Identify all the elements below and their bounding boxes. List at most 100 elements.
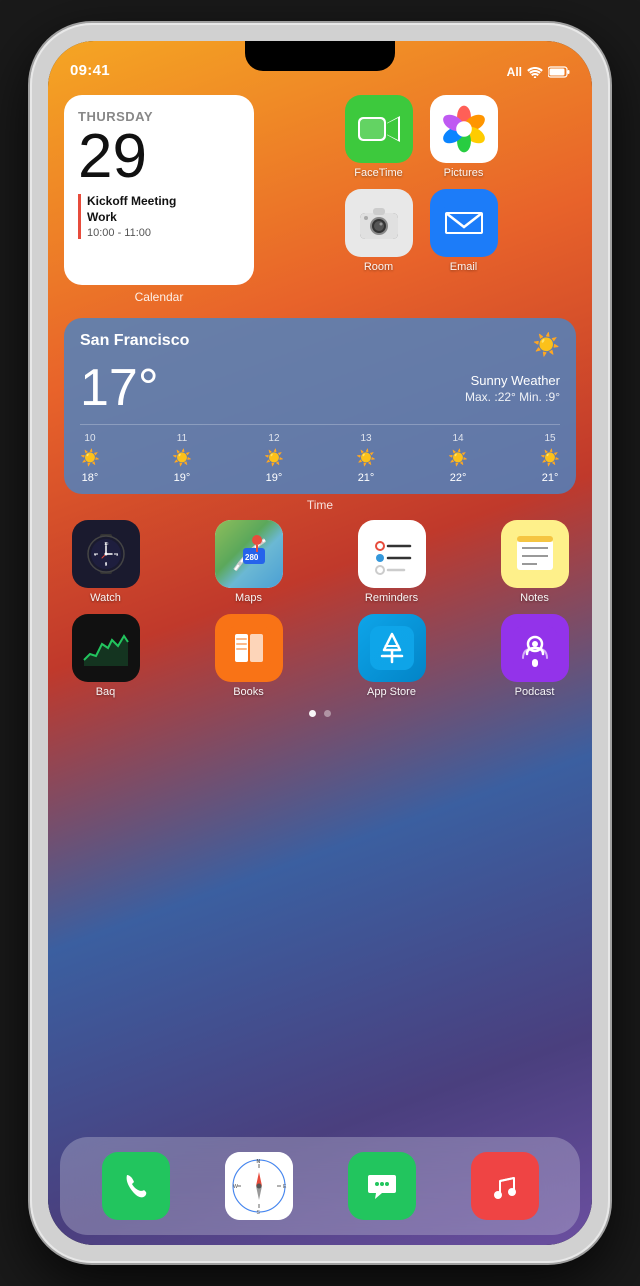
calendar-widget-wrap: THURSDAY 29 Kickoff MeetingWork 10:00 - … [64, 95, 254, 304]
mail-label: Email [450, 261, 478, 273]
notes-wrap[interactable]: Notes [497, 520, 572, 604]
facetime-wrap[interactable]: FaceTime [341, 95, 416, 179]
wifi-icon [527, 66, 543, 78]
maps-label: Maps [235, 592, 262, 604]
watch-icon[interactable]: 12 3 6 9 [72, 520, 140, 588]
weather-city: San Francisco [80, 332, 189, 350]
phone-frame: 09:41 All [30, 23, 610, 1263]
books-wrap[interactable]: Books [211, 614, 286, 698]
facetime-label: FaceTime [354, 167, 403, 179]
time-label: Time [64, 498, 576, 512]
maps-wrap[interactable]: 280 Maps [211, 520, 286, 604]
forecast-temp-3: 21° [358, 472, 375, 484]
status-time: 09:41 [70, 62, 110, 79]
forecast-icon-2: ☀️ [264, 448, 284, 468]
books-label: Books [233, 686, 264, 698]
stocks-icon[interactable] [72, 614, 140, 682]
svg-text:280: 280 [245, 553, 259, 562]
svg-text:W: W [233, 1184, 238, 1190]
reminders-wrap[interactable]: Reminders [354, 520, 429, 604]
weather-forecast: 10 ☀️ 18° 11 ☀️ 19° 12 ☀️ 19° [80, 424, 560, 484]
weather-temp: 17° [80, 362, 159, 414]
weather-min: 9° [549, 390, 560, 404]
weather-widget[interactable]: San Francisco ☀️ 17° Sunny Weather Max. … [64, 318, 576, 494]
calendar-event: Kickoff MeetingWork 10:00 - 11:00 [78, 194, 240, 239]
svg-text:N: N [256, 1159, 260, 1165]
page-dots [64, 710, 576, 717]
appstore-icon[interactable] [358, 614, 426, 682]
forecast-item-3: 13 ☀️ 21° [356, 433, 376, 484]
row1: THURSDAY 29 Kickoff MeetingWork 10:00 - … [64, 95, 576, 304]
dock-safari-icon[interactable]: N S W E [225, 1152, 293, 1220]
weather-minmax: Max. :22° Min. :9° [465, 390, 560, 404]
forecast-temp-2: 19° [266, 472, 283, 484]
stocks-label: Baq [96, 686, 116, 698]
forecast-hour-3: 13 [360, 433, 371, 444]
weather-desc: Sunny Weather Max. :22° Min. :9° [465, 373, 560, 404]
forecast-hour-1: 11 [177, 433, 187, 444]
podcasts-wrap[interactable]: Podcast [497, 614, 572, 698]
forecast-icon-3: ☀️ [356, 448, 376, 468]
app-row-2: 12 3 6 9 Watch [64, 520, 576, 604]
page-dot-2[interactable] [324, 710, 331, 717]
home-content: THURSDAY 29 Kickoff MeetingWork 10:00 - … [48, 85, 592, 1245]
reminders-icon[interactable] [358, 520, 426, 588]
weather-condition: Sunny Weather [465, 373, 560, 388]
forecast-item-1: 11 ☀️ 19° [172, 433, 192, 484]
dock-music-icon[interactable] [471, 1152, 539, 1220]
forecast-temp-4: 22° [450, 472, 467, 484]
watch-wrap[interactable]: 12 3 6 9 Watch [68, 520, 143, 604]
weather-max: 22° [498, 390, 516, 404]
forecast-item-5: 15 ☀️ 21° [540, 433, 560, 484]
dock: N S W E [60, 1137, 580, 1235]
camera-wrap[interactable]: Room [341, 189, 416, 273]
mail-wrap[interactable]: Email [426, 189, 501, 273]
forecast-hour-2: 12 [268, 433, 279, 444]
status-icons: All [507, 65, 570, 79]
battery-icon [548, 66, 570, 78]
reminders-label: Reminders [365, 592, 418, 604]
forecast-temp-0: 18° [82, 472, 99, 484]
calendar-widget[interactable]: THURSDAY 29 Kickoff MeetingWork 10:00 - … [64, 95, 254, 285]
calendar-day-num: 29 [78, 126, 240, 188]
forecast-temp-5: 21° [542, 472, 559, 484]
books-icon[interactable] [215, 614, 283, 682]
weather-top: San Francisco ☀️ [80, 332, 560, 358]
notes-label: Notes [520, 592, 549, 604]
weather-temp-row: 17° Sunny Weather Max. :22° Min. :9° [80, 362, 560, 414]
phone-screen: 09:41 All [48, 41, 592, 1245]
forecast-item-2: 12 ☀️ 19° [264, 433, 284, 484]
appstore-label: App Store [367, 686, 416, 698]
forecast-hour-5: 15 [544, 433, 555, 444]
page-dot-1[interactable] [309, 710, 316, 717]
forecast-icon-4: ☀️ [448, 448, 468, 468]
camera-label: Room [364, 261, 393, 273]
forecast-icon-1: ☀️ [172, 448, 192, 468]
dock-messages-icon[interactable] [348, 1152, 416, 1220]
podcasts-icon[interactable] [501, 614, 569, 682]
carrier-label: All [507, 65, 522, 79]
notch [245, 41, 395, 71]
dock-phone-icon[interactable] [102, 1152, 170, 1220]
appstore-wrap[interactable]: App Store [354, 614, 429, 698]
mail-icon[interactable] [430, 189, 498, 257]
forecast-hour-0: 10 [84, 433, 95, 444]
calendar-event-title: Kickoff MeetingWork [87, 194, 240, 225]
app-row-3: Baq [64, 614, 576, 698]
photos-label: Pictures [444, 167, 484, 179]
calendar-event-time: 10:00 - 11:00 [87, 227, 240, 239]
stocks-wrap[interactable]: Baq [68, 614, 143, 698]
photos-wrap[interactable]: Pictures [426, 95, 501, 179]
calendar-label: Calendar [64, 290, 254, 304]
photos-icon[interactable] [430, 95, 498, 163]
maps-icon[interactable]: 280 [215, 520, 283, 588]
forecast-item-4: 14 ☀️ 22° [448, 433, 468, 484]
watch-label: Watch [90, 592, 121, 604]
forecast-icon-0: ☀️ [80, 448, 100, 468]
notes-icon[interactable] [501, 520, 569, 588]
forecast-item-0: 10 ☀️ 18° [80, 433, 100, 484]
facetime-icon[interactable] [345, 95, 413, 163]
wallpaper: 09:41 All [48, 41, 592, 1245]
podcasts-label: Podcast [515, 686, 555, 698]
camera-icon[interactable] [345, 189, 413, 257]
